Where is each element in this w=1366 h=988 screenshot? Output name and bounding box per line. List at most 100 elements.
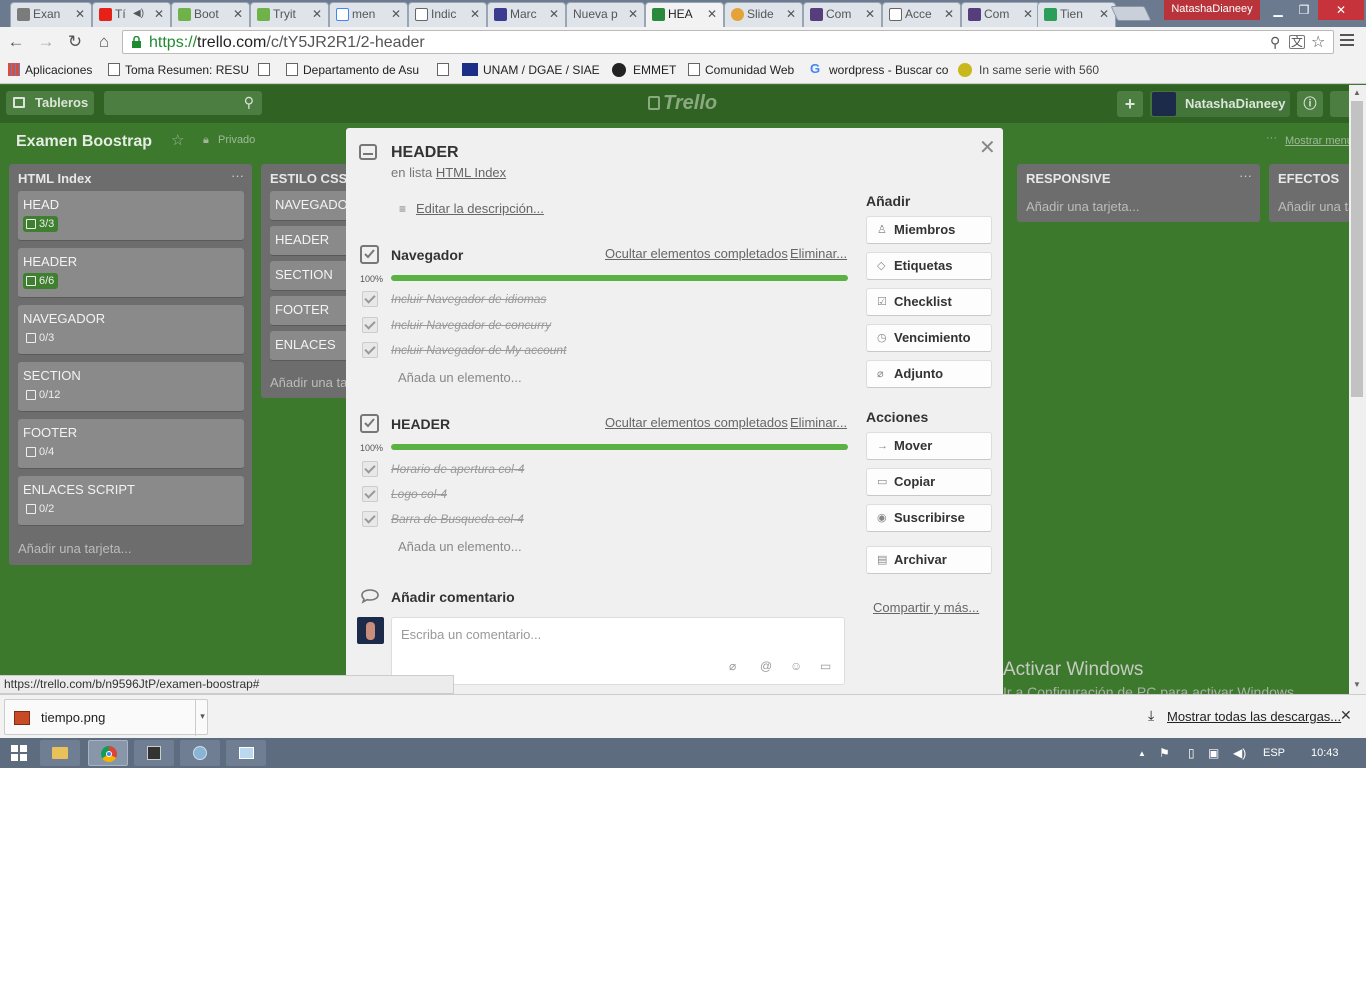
browser-tab[interactable]: Slide ✕ [724,2,803,27]
file-explorer-icon[interactable] [40,740,80,766]
comment-input[interactable]: Escriba un comentario... ⌀ @ ☺ ▭ [391,617,845,685]
tray-chevron-icon[interactable]: ▲ [1138,749,1146,758]
tab-close-icon[interactable]: ✕ [1099,3,1109,25]
volume-icon[interactable]: ◀) [1233,746,1246,760]
home-button[interactable]: ⌂ [93,31,115,53]
tab-close-icon[interactable]: ✕ [312,3,322,25]
restore-button[interactable]: ❐ [1292,0,1316,20]
browser-tab[interactable]: Tien ✕ [1037,2,1116,27]
labels-button[interactable]: ◇ Etiquetas [866,252,992,280]
browser-tab[interactable]: Tí ◀) ✕ [92,2,171,27]
browser-tab[interactable]: Boot ✕ [171,2,250,27]
close-downloads-icon[interactable]: ✕ [1340,707,1352,724]
window-app-icon[interactable] [226,740,266,766]
list-link[interactable]: HTML Index [436,165,506,180]
checklist-item-checkbox[interactable] [362,486,378,502]
bookmark-item[interactable]: Gwordpress - Buscar co [810,62,948,77]
tab-close-icon[interactable]: ✕ [944,3,954,25]
chrome-menu-icon[interactable] [1340,34,1354,48]
close-icon[interactable]: ✕ [979,135,996,160]
checklist-title[interactable]: HEADER [391,416,450,432]
card-link-icon[interactable]: ▭ [820,659,831,673]
mention-icon[interactable]: @ [760,659,772,673]
tab-close-icon[interactable]: ✕ [549,3,559,25]
add-card-link[interactable]: Añadir una tarjeta... [1026,199,1139,214]
bookmark-item[interactable]: In same serie with 560 [958,63,1099,77]
media-app-icon[interactable] [134,740,174,766]
flag-icon[interactable]: ⚑ [1159,746,1170,760]
archive-button[interactable]: ▤ Archivar [866,546,992,574]
tab-close-icon[interactable]: ✕ [233,3,243,25]
checklist-item[interactable]: Incluir Navegador de My account [391,343,566,357]
input-language[interactable]: ESP [1263,747,1285,759]
card[interactable]: ENLACES SCRIPT 0/2 [18,476,244,526]
browser-tab[interactable]: Com ✕ [961,2,1040,27]
add-item-link[interactable]: Añada un elemento... [398,370,522,385]
browser-tab[interactable]: Nueva p ✕ [566,2,645,27]
control-panel-icon[interactable] [180,740,220,766]
tab-close-icon[interactable]: ✕ [154,3,164,25]
browser-tab[interactable]: Exan ✕ [10,2,92,27]
browser-tab[interactable]: men ✕ [329,2,408,27]
checklist-item[interactable]: Incluir Navegador de idiomas [391,292,546,306]
checklist-item-checkbox[interactable] [362,461,378,477]
hide-completed-link[interactable]: Ocultar elementos completados [605,415,788,430]
subscribe-button[interactable]: ◉ Suscribirse [866,504,992,532]
close-window-button[interactable]: ✕ [1318,0,1364,20]
translate-icon[interactable]: 文 [1289,35,1306,49]
card-title[interactable]: HEADER [391,144,459,162]
board-title[interactable]: Examen Boostrap [16,133,152,151]
members-button[interactable]: ♙ Miembros [866,216,992,244]
list-menu-icon[interactable]: ··· [1239,168,1252,183]
bookmark-item[interactable]: UNAM / DGAE / SIAE [462,63,600,77]
card[interactable]: HEADER 6/6 [18,248,244,298]
tab-close-icon[interactable]: ✕ [75,3,85,25]
network-icon[interactable]: ▣ [1208,746,1219,760]
bookmark-apps[interactable]: Aplicaciones [8,63,92,77]
member-menu-button[interactable]: NatashaDianeey [1150,91,1290,117]
card[interactable]: HEAD 3/3 [18,191,244,241]
card[interactable]: NAVEGADOR 0/3 [18,305,244,355]
scroll-down-arrow-icon[interactable]: ▼ [1353,680,1361,689]
tab-close-icon[interactable]: ✕ [786,3,796,25]
list-title[interactable]: EFECTOS [1278,171,1339,186]
hide-completed-link[interactable]: Ocultar elementos completados [605,246,788,261]
page-scrollbar[interactable]: ▲ ▼ [1349,85,1366,694]
privacy-button[interactable]: 🔒︎ Privado [203,134,255,146]
info-icon[interactable]: ⓘ [1297,91,1323,117]
checklist-item-checkbox[interactable] [362,291,378,307]
scroll-up-arrow-icon[interactable]: ▲ [1353,88,1361,97]
tab-close-icon[interactable]: ✕ [391,3,401,25]
bookmark-item[interactable]: EMMET [612,63,676,77]
scrollbar-thumb[interactable] [1351,101,1363,397]
emoji-icon[interactable]: ☺ [790,659,802,673]
browser-tab[interactable]: Indic ✕ [408,2,487,27]
browser-tab[interactable]: Marc ✕ [487,2,566,27]
bookmark-item[interactable]: Comunidad Web [688,63,794,77]
tab-close-icon[interactable]: ✕ [470,3,480,25]
checklist-item[interactable]: Logo col-4 [391,487,447,501]
tab-close-icon[interactable]: ✕ [865,3,875,25]
checklist-item-checkbox[interactable] [362,342,378,358]
list-title[interactable]: RESPONSIVE [1026,171,1111,186]
edit-description-link[interactable]: Editar la descripción... [416,201,544,216]
download-options-chevron-icon[interactable]: ▾ [195,700,209,736]
add-button[interactable]: + [1117,91,1143,117]
clock[interactable]: 10:43 [1311,747,1339,759]
list-menu-icon[interactable]: ··· [231,168,244,183]
show-menu-link[interactable]: Mostrar menú [1285,135,1353,147]
add-item-link[interactable]: Añada un elemento... [398,539,522,554]
tab-close-icon[interactable]: ✕ [1023,3,1033,25]
checklist-item-checkbox[interactable] [362,511,378,527]
due-date-button[interactable]: ◷ Vencimiento [866,324,992,352]
add-card-link[interactable]: Añadir una tarjeta... [18,541,131,556]
battery-icon[interactable]: ▯ [1188,746,1195,760]
delete-checklist-link[interactable]: Eliminar... [790,415,847,430]
download-item[interactable]: tiempo.png ▾ [4,699,209,736]
chrome-icon[interactable] [88,740,128,766]
bookmark-item[interactable]: Departamento de Asu [286,63,419,77]
share-more-link[interactable]: Compartir y más... [873,600,979,615]
checklist-item[interactable]: Horario de apertura col-4 [391,462,524,476]
checklist-item[interactable]: Incluir Navegador de concurry [391,318,551,332]
card[interactable]: FOOTER 0/4 [18,419,244,469]
